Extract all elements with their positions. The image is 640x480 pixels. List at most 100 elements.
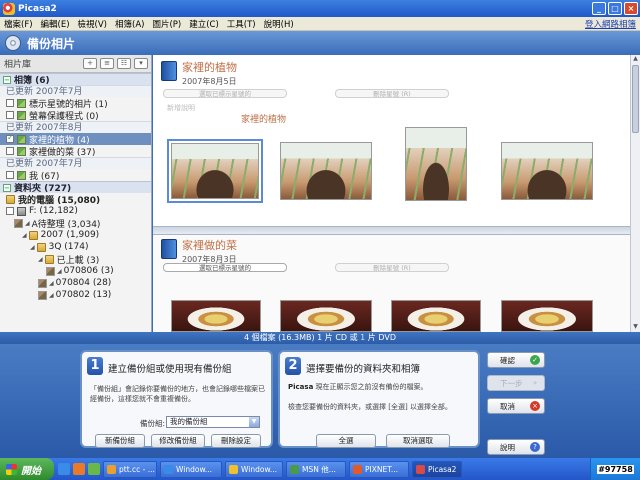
album-checkbox[interactable] [6, 171, 14, 179]
dropdown-icon[interactable]: ▾ [134, 58, 148, 69]
menu-edit[interactable]: 編輯(E) [37, 18, 74, 30]
web-albums-login-link[interactable]: 登入網路相簿 [585, 18, 636, 30]
taskbar-window-button[interactable]: MSN 他... [286, 460, 346, 478]
folder-checkbox[interactable] [6, 207, 14, 215]
menu-album[interactable]: 相簿(A) [111, 18, 148, 30]
album-item[interactable]: 家裡做的菜 (37) [0, 145, 151, 158]
backup-set-select[interactable]: 我的備份組 ▼ [166, 416, 260, 428]
next-arrow-icon: » [532, 379, 538, 387]
expand-icon[interactable]: ◢ [49, 292, 54, 299]
photo-thumbnail[interactable] [405, 127, 467, 201]
album-section-dishes: 家裡做的菜 2007年8月3日 選取已標示星號的 刪除星號 (R) [153, 237, 630, 332]
next-button[interactable]: 下一步» [487, 375, 545, 391]
task-buttons: ptt.cc - ... Window... Window... MSN 他... PI… [100, 460, 462, 478]
messenger-icon[interactable] [88, 463, 100, 475]
taskbar-window-button[interactable]: PIXNET... [349, 460, 409, 478]
collapse-icon[interactable]: − [3, 75, 11, 84]
scroll-down-icon[interactable]: ▼ [631, 323, 640, 332]
close-button[interactable]: × [624, 2, 638, 15]
album-item-label: 我 (67) [29, 171, 60, 182]
folder-item[interactable]: ◢ 070802 (13) [0, 289, 151, 301]
expand-icon[interactable]: ◢ [38, 256, 43, 263]
select-starred-button[interactable]: 選取已標示星號的 [163, 263, 287, 272]
content-scrollbar[interactable]: ▲ ▼ [630, 55, 640, 332]
album-checkbox[interactable] [6, 99, 14, 107]
album-item[interactable]: 我 (67) [0, 169, 151, 182]
album-title: 家裡的植物 [182, 61, 237, 74]
folder-item-label: 070802 (13) [55, 290, 112, 300]
folder-item-label: 2007 (1,909) [40, 230, 100, 240]
help-button[interactable]: 說明? [487, 439, 545, 455]
menu-create[interactable]: 建立(C) [185, 18, 223, 30]
backup-header: 備份相片 [0, 31, 640, 55]
folder-item[interactable]: ◢ 2007 (1,909) [0, 229, 151, 241]
photo-thumbnail[interactable] [171, 300, 261, 332]
taskbar-window-button[interactable]: ptt.cc - ... [103, 460, 157, 478]
cancel-button[interactable]: 取消 × [487, 398, 545, 414]
folder-item[interactable]: ◢ A待整理 (3,034) [0, 217, 151, 230]
photo-thumbnail[interactable] [501, 142, 593, 200]
expand-icon[interactable]: ◢ [49, 280, 54, 287]
taskbar-window-button[interactable]: Picasa2 [412, 460, 462, 478]
firefox-icon[interactable] [73, 463, 85, 475]
folder-item[interactable]: F: (12,182) [0, 205, 151, 217]
scroll-thumb[interactable] [632, 65, 639, 133]
remove-star-button[interactable]: 刪除星號 (R) [335, 89, 449, 98]
photo-thumbnail[interactable] [280, 142, 372, 200]
select-all-button[interactable]: 全選 [316, 434, 376, 448]
album-separator [153, 226, 630, 235]
album-checkbox[interactable] [6, 111, 14, 119]
photo-thumbnail[interactable] [167, 139, 263, 203]
menu-tools[interactable]: 工具(T) [223, 18, 260, 30]
add-caption-text[interactable]: 新增說明 [167, 103, 195, 113]
window-app-icon [353, 464, 362, 474]
step-title: 選擇要備份的資料夾和相簿 [306, 364, 421, 375]
album-item[interactable]: 標示星號的相片 (1) [0, 97, 151, 110]
expand-icon[interactable]: ◢ [30, 244, 35, 251]
tree-view-icon[interactable]: ☷ [117, 58, 131, 69]
album-checkbox[interactable] [6, 133, 14, 143]
folders-group-header[interactable]: − 資料夾 (727) [0, 181, 151, 194]
collapse-icon[interactable]: − [3, 183, 11, 192]
edit-backup-set-button[interactable]: 修改備份組 [151, 434, 205, 448]
step-number: 1 [87, 357, 103, 375]
expand-icon[interactable]: ◢ [57, 268, 62, 275]
maximize-button[interactable]: □ [608, 2, 622, 15]
add-album-icon[interactable]: + [83, 58, 97, 69]
deselect-button[interactable]: 取消選取 [386, 434, 450, 448]
folder-item-label: 070806 (3) [63, 266, 114, 276]
photo-thumbnail[interactable] [391, 300, 481, 332]
album-checkbox[interactable] [6, 147, 14, 155]
menu-file[interactable]: 檔案(F) [0, 18, 37, 30]
folder-item-label: 070804 (28) [55, 278, 112, 288]
album-item[interactable]: 家裡的植物 (4) [0, 133, 151, 146]
album-date-separator: 已更新 2007年7月 [0, 85, 151, 97]
menu-view[interactable]: 檢視(V) [74, 18, 111, 30]
folder-item[interactable]: 我的電腦 (15,080) [0, 193, 151, 206]
start-button[interactable]: 開始 [0, 458, 54, 480]
taskbar-window-button[interactable]: Window... [160, 460, 222, 478]
confirm-button[interactable]: 確認 ✓ [487, 352, 545, 368]
taskbar-window-button[interactable]: Window... [225, 460, 283, 478]
remove-star-button[interactable]: 刪除星號 (R) [335, 263, 449, 272]
step-description: 「備份組」會記錄你要備份的地方，也會記錄哪些檔案已經備份，這樣您就不會重複備份。 [90, 385, 265, 403]
expand-icon[interactable]: ◢ [25, 220, 30, 227]
scroll-up-icon[interactable]: ▲ [631, 55, 640, 64]
menu-picture[interactable]: 圖片(P) [148, 18, 185, 30]
ie-icon[interactable] [58, 463, 70, 475]
photo-thumbnail[interactable] [280, 300, 372, 332]
folder-item[interactable]: ◢ 3Q (174) [0, 241, 151, 253]
photo-thumbnail[interactable] [501, 300, 593, 332]
folder-item[interactable]: ◢ 070804 (28) [0, 277, 151, 289]
list-view-icon[interactable]: ≡ [100, 58, 114, 69]
menu-help[interactable]: 說明(H) [260, 18, 298, 30]
folder-item[interactable]: ◢ 070806 (3) [0, 265, 151, 277]
album-item[interactable]: 螢幕保護程式 (0) [0, 109, 151, 122]
minimize-button[interactable]: _ [592, 2, 606, 15]
albums-group-header[interactable]: − 相簿 (6) [0, 73, 151, 86]
delete-settings-button[interactable]: 刪除設定 [211, 434, 261, 448]
new-backup-set-button[interactable]: 新備份組 [95, 434, 145, 448]
folder-item[interactable]: ◢ 已上載 (3) [0, 253, 151, 266]
select-starred-button[interactable]: 選取已標示星號的 [163, 89, 287, 98]
expand-icon[interactable]: ◢ [22, 232, 27, 239]
